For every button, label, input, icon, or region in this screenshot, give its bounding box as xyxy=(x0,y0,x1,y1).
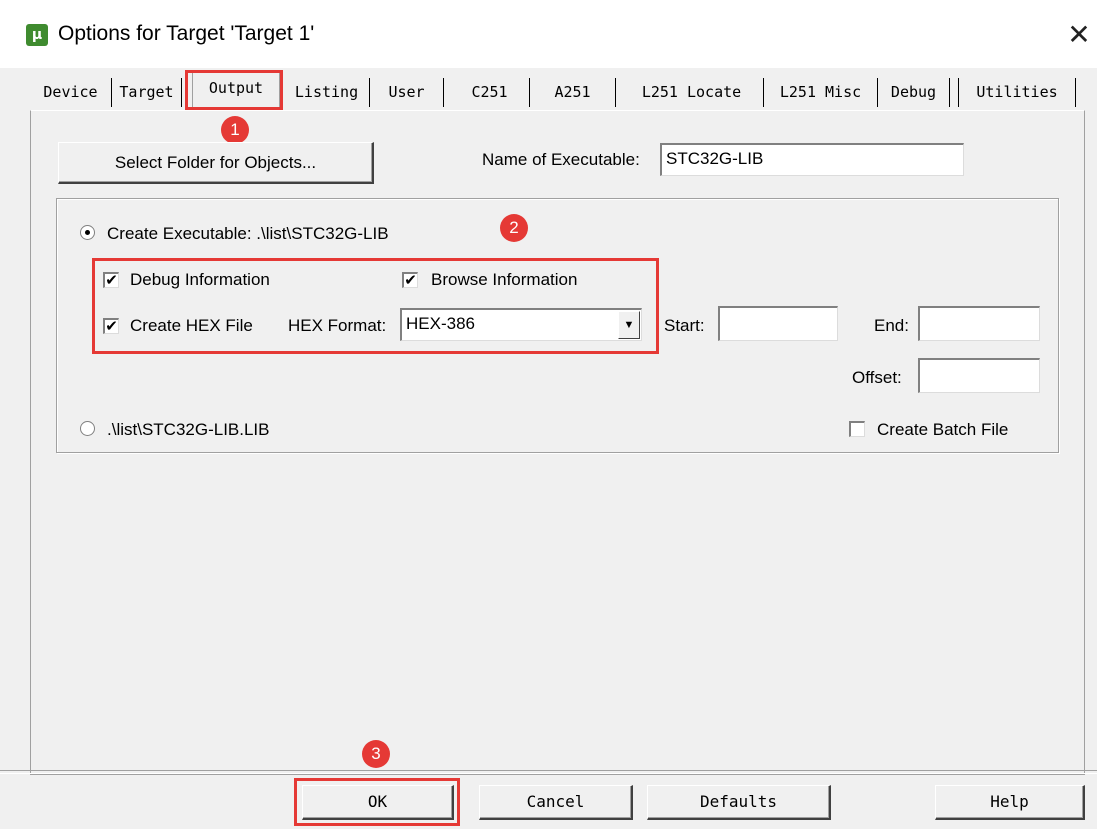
create-executable-label: Create Executable: .\list\STC32G-LIB xyxy=(107,224,389,243)
window-title: Options for Target 'Target 1' xyxy=(58,22,315,45)
close-icon[interactable]: ✕ xyxy=(1062,18,1096,52)
create-hex-label: Create HEX File xyxy=(130,316,253,335)
tab-listing[interactable]: Listing xyxy=(284,78,370,107)
start-address-input[interactable] xyxy=(718,306,838,341)
offset-input[interactable] xyxy=(918,358,1040,393)
tab-l251-misc[interactable]: L251 Misc xyxy=(764,78,878,107)
create-batch-checkbox[interactable] xyxy=(849,421,865,437)
create-batch-label: Create Batch File xyxy=(877,420,1009,439)
tab-device[interactable]: Device xyxy=(30,78,112,107)
cancel-button[interactable]: Cancel xyxy=(479,785,633,820)
tab-utilities[interactable]: Utilities xyxy=(958,78,1076,107)
annotation-badge-2: 2 xyxy=(500,214,528,242)
name-executable-label: Name of Executable: xyxy=(482,150,640,169)
tab-debug[interactable]: Debug xyxy=(878,78,950,107)
create-hex-checkbox[interactable]: ✔ xyxy=(103,318,119,334)
keil-app-icon: μ xyxy=(26,24,48,46)
browse-info-checkbox[interactable]: ✔ xyxy=(402,272,418,288)
end-label: End: xyxy=(874,316,909,335)
create-library-label: .\list\STC32G-LIB.LIB xyxy=(107,420,270,439)
create-executable-radio[interactable] xyxy=(80,225,95,240)
hex-format-label: HEX Format: xyxy=(288,316,387,335)
end-address-input[interactable] xyxy=(918,306,1040,341)
tab-l251-locate[interactable]: L251 Locate xyxy=(620,78,764,107)
debug-info-label: Debug Information xyxy=(130,270,270,289)
start-label: Start: xyxy=(664,316,705,335)
debug-info-checkbox[interactable]: ✔ xyxy=(103,272,119,288)
select-folder-button[interactable]: Select Folder for Objects... xyxy=(58,142,374,184)
browse-info-label: Browse Information xyxy=(431,270,578,289)
tab-a251[interactable]: A251 xyxy=(530,78,616,107)
create-library-radio[interactable] xyxy=(80,421,95,436)
help-button[interactable]: Help xyxy=(935,785,1085,820)
tab-c251[interactable]: C251 xyxy=(450,78,530,107)
annotation-badge-1: 1 xyxy=(221,116,249,144)
name-executable-input[interactable]: STC32G-LIB xyxy=(660,143,964,176)
hex-format-select[interactable]: HEX-386 xyxy=(400,308,642,341)
annotation-badge-3: 3 xyxy=(362,740,390,768)
chevron-down-icon[interactable]: ▼ xyxy=(618,311,640,339)
offset-label: Offset: xyxy=(852,368,902,387)
defaults-button[interactable]: Defaults xyxy=(647,785,831,820)
tab-user[interactable]: User xyxy=(370,78,444,107)
ok-button[interactable]: OK xyxy=(302,785,454,820)
tab-target[interactable]: Target xyxy=(112,78,182,107)
bottom-separator xyxy=(0,770,1097,774)
highlight-output-tab xyxy=(185,70,283,110)
